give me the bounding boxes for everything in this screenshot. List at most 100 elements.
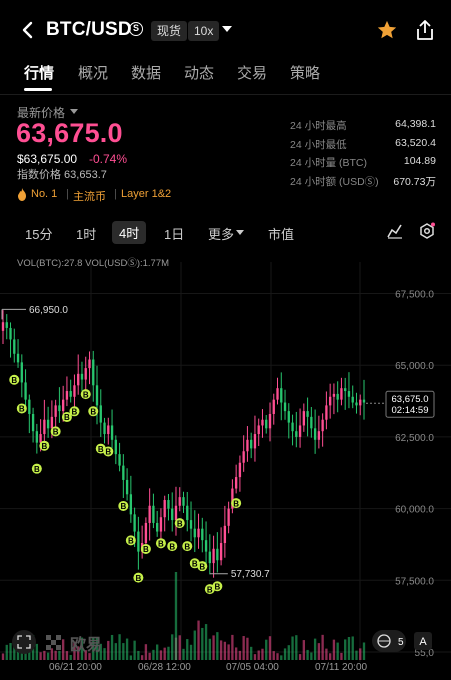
tab-strategy[interactable]: 策略 bbox=[290, 62, 320, 83]
candlestick-chart[interactable]: 67,500.0 65,000.0 62,500.0 60,000.0 57,500.0… bbox=[0, 262, 451, 662]
volume-bar bbox=[46, 652, 50, 660]
candle-body bbox=[302, 411, 305, 426]
tf-market-cap[interactable]: 市值 bbox=[268, 224, 294, 243]
volume-bar bbox=[268, 636, 272, 660]
candle-body bbox=[103, 422, 106, 435]
volume-bar bbox=[283, 648, 287, 660]
tab-data[interactable]: 数据 bbox=[131, 62, 161, 83]
candle-body bbox=[20, 362, 23, 383]
spot-chip: 现货 bbox=[151, 21, 188, 41]
x-tick-label: 07/11 20:00 bbox=[315, 662, 368, 673]
volume-bar bbox=[182, 648, 185, 660]
low-label: 57,730.7 bbox=[231, 569, 270, 580]
buy-marker-label: B bbox=[11, 376, 17, 385]
pair-dropdown-icon[interactable] bbox=[222, 26, 232, 32]
stablecoin-badge-icon: S bbox=[129, 22, 143, 36]
stat-value: 670.73万 bbox=[393, 175, 436, 188]
volume-bar bbox=[107, 640, 110, 660]
tf-1h[interactable]: 1时 bbox=[76, 224, 96, 243]
candle-body bbox=[5, 322, 8, 328]
volume-bar bbox=[54, 650, 57, 660]
volume-bar bbox=[122, 643, 125, 660]
buy-marker-label: B bbox=[128, 537, 134, 546]
candle-body bbox=[133, 514, 136, 532]
x-tick-label: 07/05 04:00 bbox=[226, 662, 279, 673]
volume-bar bbox=[238, 650, 242, 660]
tag-mainstream[interactable]: 主流币 bbox=[73, 188, 106, 204]
tf-1d[interactable]: 1日 bbox=[164, 224, 184, 243]
candle-body bbox=[268, 413, 272, 429]
tab-market[interactable]: 行情 bbox=[24, 62, 54, 83]
x-tick-label: 06/28 12:00 bbox=[138, 662, 191, 673]
volume-bar bbox=[223, 641, 227, 660]
volume-bar bbox=[306, 649, 309, 660]
candle-body bbox=[28, 399, 31, 414]
stats-24h: 24 小时最高 64,398.1 24 小时最低 63,520.4 24 小时量 (… bbox=[290, 118, 436, 192]
candle-body bbox=[84, 368, 87, 380]
candle-body bbox=[280, 388, 283, 403]
candle-body bbox=[344, 388, 347, 392]
buy-marker-label: B bbox=[184, 542, 190, 551]
fullscreen-button bbox=[12, 630, 36, 654]
tag-rank[interactable]: No. 1 bbox=[31, 188, 57, 200]
tf-4h[interactable]: 4时 bbox=[112, 221, 147, 244]
price-type-dropdown-icon[interactable] bbox=[70, 109, 78, 114]
watermark-logo-icon bbox=[51, 640, 56, 645]
volume-bar bbox=[50, 648, 54, 660]
candle-body bbox=[129, 494, 133, 515]
volume-bar bbox=[336, 642, 339, 660]
tab-trade[interactable]: 交易 bbox=[237, 62, 267, 83]
candle-body bbox=[336, 393, 339, 400]
chart-settings-icon[interactable] bbox=[418, 222, 436, 240]
candle-body bbox=[163, 500, 166, 518]
candle-body bbox=[219, 543, 223, 561]
tag-layer[interactable]: Layer 1&2 bbox=[121, 188, 171, 200]
volume-bar bbox=[129, 655, 133, 660]
buy-marker-label: B bbox=[214, 582, 220, 591]
volume-bar bbox=[310, 652, 313, 660]
tab-news[interactable]: 动态 bbox=[184, 62, 214, 83]
index-price: 指数价格 63,653.7 bbox=[17, 169, 107, 181]
stat-label: 24 小时量 (BTC) bbox=[290, 157, 368, 169]
candle-body bbox=[362, 399, 366, 403]
buy-marker-label: B bbox=[34, 465, 40, 474]
watermark-text: 欧易 bbox=[70, 635, 102, 654]
candle-body bbox=[234, 477, 238, 489]
indicator-draw-icon[interactable] bbox=[387, 223, 403, 239]
buy-marker-label: B bbox=[64, 413, 70, 422]
candle-body bbox=[197, 528, 200, 538]
candle-body bbox=[43, 419, 46, 435]
candle-body bbox=[212, 548, 215, 564]
candle-body bbox=[62, 399, 65, 412]
active-tab-indicator bbox=[24, 88, 52, 91]
candle-body bbox=[298, 425, 302, 437]
divider bbox=[0, 94, 451, 95]
volume-bar bbox=[227, 644, 230, 660]
volume-bar bbox=[291, 636, 294, 660]
share-icon[interactable] bbox=[414, 18, 436, 42]
tab-overview[interactable]: 概况 bbox=[78, 62, 108, 83]
candle-body bbox=[238, 462, 242, 478]
volume-bar bbox=[295, 635, 298, 660]
candle-body bbox=[186, 505, 189, 521]
pair-title[interactable]: BTC/USD bbox=[46, 19, 132, 41]
buy-marker-label: B bbox=[41, 442, 47, 451]
volume-bar bbox=[212, 635, 215, 660]
stat-value: 64,398.1 bbox=[395, 118, 436, 130]
tf-more[interactable]: 更多 bbox=[208, 224, 234, 243]
candle-body bbox=[174, 505, 178, 521]
stat-row: 24 小时最低 63,520.4 bbox=[290, 137, 436, 156]
volume-bar bbox=[110, 634, 114, 660]
more-dropdown-icon[interactable] bbox=[236, 230, 244, 235]
volume-bar bbox=[351, 636, 354, 660]
volume-bar bbox=[186, 639, 189, 660]
candle-body bbox=[246, 439, 249, 452]
favorite-star-icon[interactable] bbox=[376, 19, 398, 41]
candle-body bbox=[227, 508, 230, 526]
volume-bar bbox=[35, 643, 39, 660]
volume-bar bbox=[328, 653, 332, 660]
back-arrow-icon[interactable] bbox=[18, 18, 38, 42]
volume-bar bbox=[347, 636, 351, 660]
candle-body bbox=[216, 548, 219, 561]
tf-15m[interactable]: 15分 bbox=[25, 224, 52, 243]
